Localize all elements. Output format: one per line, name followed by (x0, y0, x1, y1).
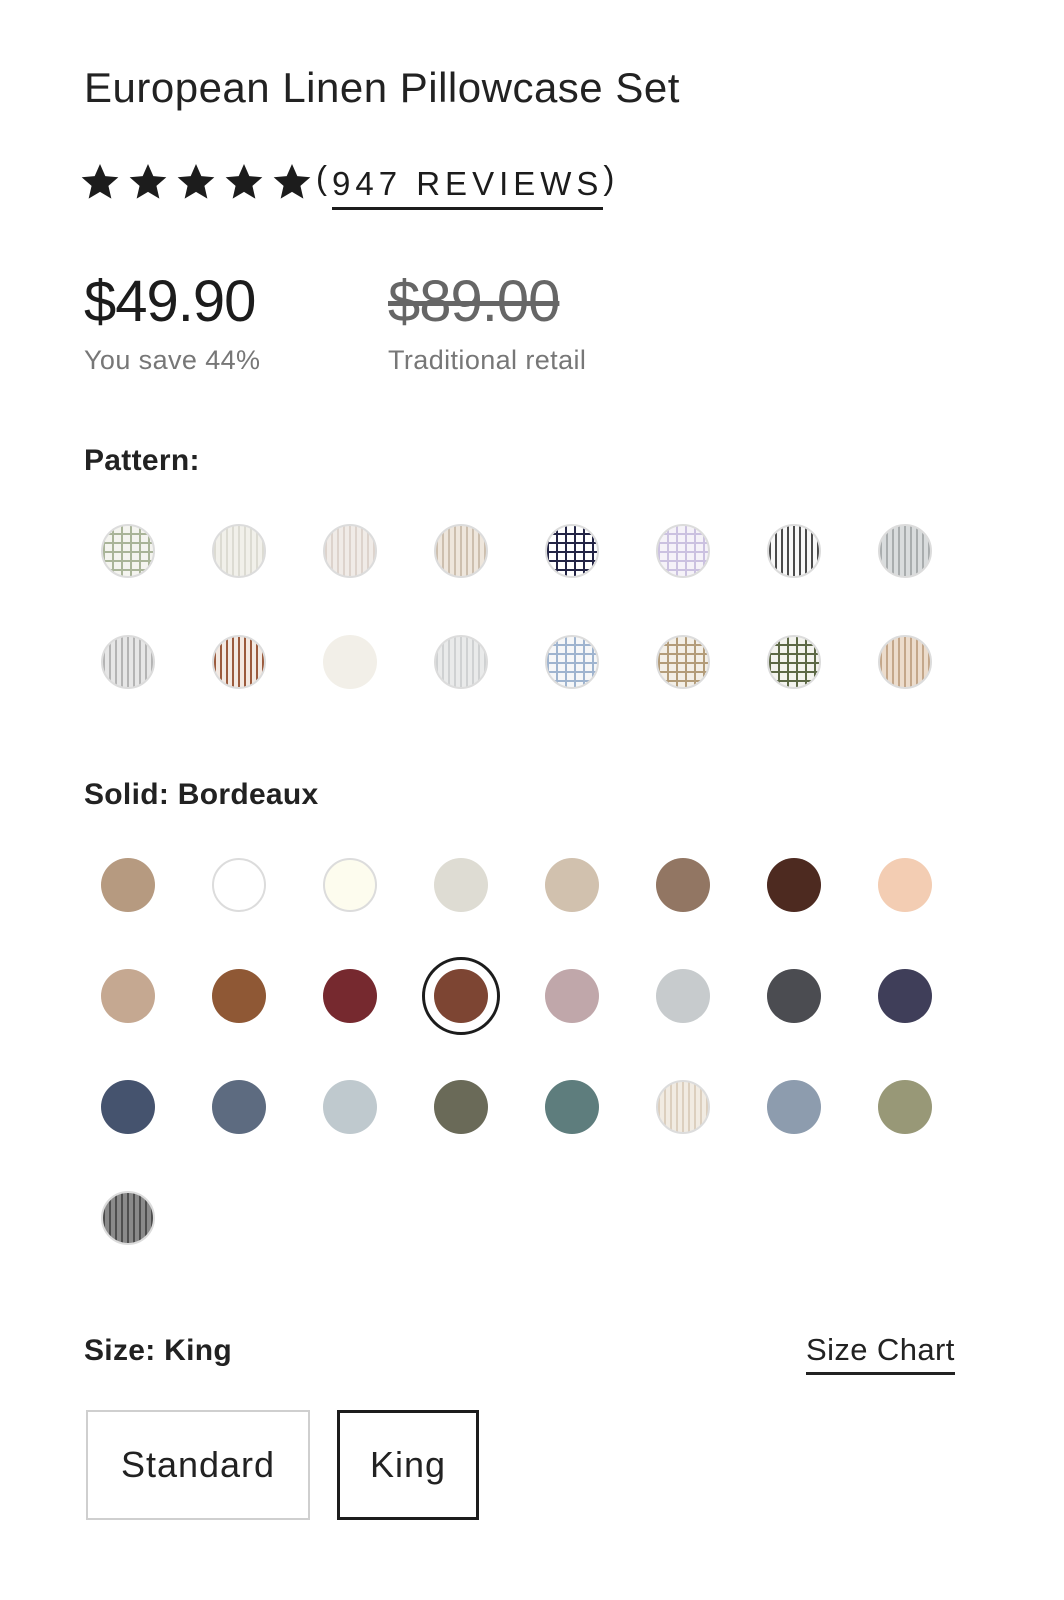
size-label: Size: King (84, 1334, 233, 1367)
pattern-swatch[interactable] (656, 524, 710, 578)
size-chart-link[interactable]: Size Chart (806, 1332, 955, 1375)
retail-price: $89.00 (388, 269, 560, 334)
star-icon (78, 160, 122, 204)
reviews-count: 947 REVIEWS (332, 165, 604, 210)
size-option-king[interactable]: King (337, 1410, 479, 1520)
solid-swatch[interactable] (101, 969, 155, 1023)
product-title: European Linen Pillowcase Set (84, 64, 680, 111)
star-icon (126, 160, 170, 204)
solid-swatch[interactable] (878, 969, 932, 1023)
solid-swatch[interactable] (767, 858, 821, 912)
solid-swatch[interactable] (434, 1080, 488, 1134)
pattern-swatch[interactable] (878, 524, 932, 578)
pattern-swatch[interactable] (101, 635, 155, 689)
rating-row: (947 REVIEWS) (78, 155, 619, 210)
size-option-standard[interactable]: Standard (86, 1410, 310, 1520)
solid-swatch[interactable] (323, 969, 377, 1023)
pattern-swatch[interactable] (101, 524, 155, 578)
solid-swatch[interactable] (656, 1080, 710, 1134)
pattern-swatch[interactable] (545, 524, 599, 578)
solid-swatch[interactable] (878, 1080, 932, 1134)
pattern-swatch[interactable] (212, 635, 266, 689)
pattern-swatch[interactable] (434, 524, 488, 578)
pattern-swatch[interactable] (656, 635, 710, 689)
pattern-swatch[interactable] (212, 524, 266, 578)
solid-swatch[interactable] (545, 858, 599, 912)
solid-swatch[interactable] (545, 1080, 599, 1134)
pattern-swatch[interactable] (434, 635, 488, 689)
solid-swatch[interactable] (422, 957, 500, 1035)
solid-swatch[interactable] (434, 858, 488, 912)
pattern-swatch[interactable] (545, 635, 599, 689)
solid-swatch[interactable] (323, 858, 377, 912)
solid-swatch[interactable] (545, 969, 599, 1023)
solid-swatch[interactable] (656, 858, 710, 912)
retail-price-block: $89.00 Traditional retail (388, 268, 586, 376)
paren-close: ) (603, 159, 620, 196)
star-rating (78, 160, 314, 204)
solid-swatch[interactable] (767, 1080, 821, 1134)
retail-label: Traditional retail (388, 345, 587, 375)
solid-swatch[interactable] (101, 1080, 155, 1134)
solid-swatch[interactable] (101, 1191, 155, 1245)
current-price: $49.90 (84, 269, 256, 334)
pattern-swatch[interactable] (767, 635, 821, 689)
solid-swatch[interactable] (878, 858, 932, 912)
paren-open: ( (316, 159, 332, 196)
solid-swatch[interactable] (767, 969, 821, 1023)
solid-swatch[interactable] (101, 858, 155, 912)
solid-swatch[interactable] (212, 969, 266, 1023)
pattern-swatch[interactable] (878, 635, 932, 689)
pattern-swatch[interactable] (323, 524, 377, 578)
reviews-link[interactable]: (947 REVIEWS) (316, 155, 619, 210)
star-icon (222, 160, 266, 204)
solid-swatch[interactable] (212, 1080, 266, 1134)
solid-swatch[interactable] (212, 858, 266, 912)
pattern-label: Pattern: (84, 444, 200, 477)
savings-text: You save 44% (84, 345, 261, 375)
pattern-swatch[interactable] (323, 635, 377, 689)
current-price-block: $49.90 You save 44% (84, 268, 260, 376)
star-icon (174, 160, 218, 204)
pattern-swatch[interactable] (767, 524, 821, 578)
solid-label: Solid: Bordeaux (84, 778, 319, 811)
solid-swatch[interactable] (656, 969, 710, 1023)
solid-swatch[interactable] (323, 1080, 377, 1134)
star-icon (270, 160, 314, 204)
